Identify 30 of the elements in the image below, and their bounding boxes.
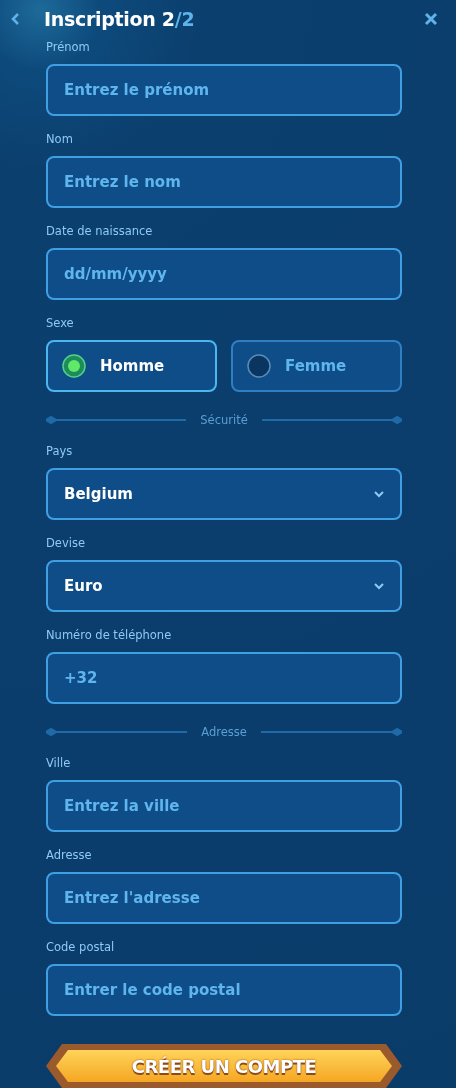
radio-icon xyxy=(247,354,271,378)
input-field[interactable]: Entrez le nom xyxy=(46,156,402,208)
close-icon[interactable] xyxy=(424,12,438,26)
radio-option[interactable]: Homme xyxy=(46,340,217,392)
chevron-down-icon xyxy=(374,490,384,498)
field-label: Pays xyxy=(46,443,74,460)
field-label: Sexe xyxy=(46,315,75,332)
section-heading: Adresse xyxy=(201,725,247,739)
input-field[interactable]: +32 xyxy=(46,652,402,704)
section-heading: Sécurité xyxy=(200,413,248,427)
field-label: Ville xyxy=(46,755,72,772)
field-label: Date de naissance xyxy=(46,223,154,240)
input-field[interactable]: Entrer le code postal xyxy=(46,964,402,1016)
radio-option[interactable]: Femme xyxy=(231,340,402,392)
field-label: Prénom xyxy=(46,39,91,56)
chevron-down-icon xyxy=(374,582,384,590)
field-label: Code postal xyxy=(46,939,116,956)
back-icon[interactable] xyxy=(10,12,22,26)
field-label: Devise xyxy=(46,535,86,552)
select-field[interactable]: Belgium xyxy=(46,468,402,520)
select-field[interactable]: Euro xyxy=(46,560,402,612)
field-label: Numéro de téléphone xyxy=(46,627,173,644)
input-field[interactable]: Entrez le prénom xyxy=(46,64,402,116)
input-field[interactable]: Entrez l'adresse xyxy=(46,872,402,924)
field-label: Nom xyxy=(46,131,74,148)
input-field[interactable]: Entrez la ville xyxy=(46,780,402,832)
window-title: Inscription 2/2 xyxy=(44,8,196,30)
field-label: Adresse xyxy=(46,847,93,864)
input-field[interactable]: dd/mm/yyyy xyxy=(46,248,402,300)
radio-icon xyxy=(62,354,86,378)
